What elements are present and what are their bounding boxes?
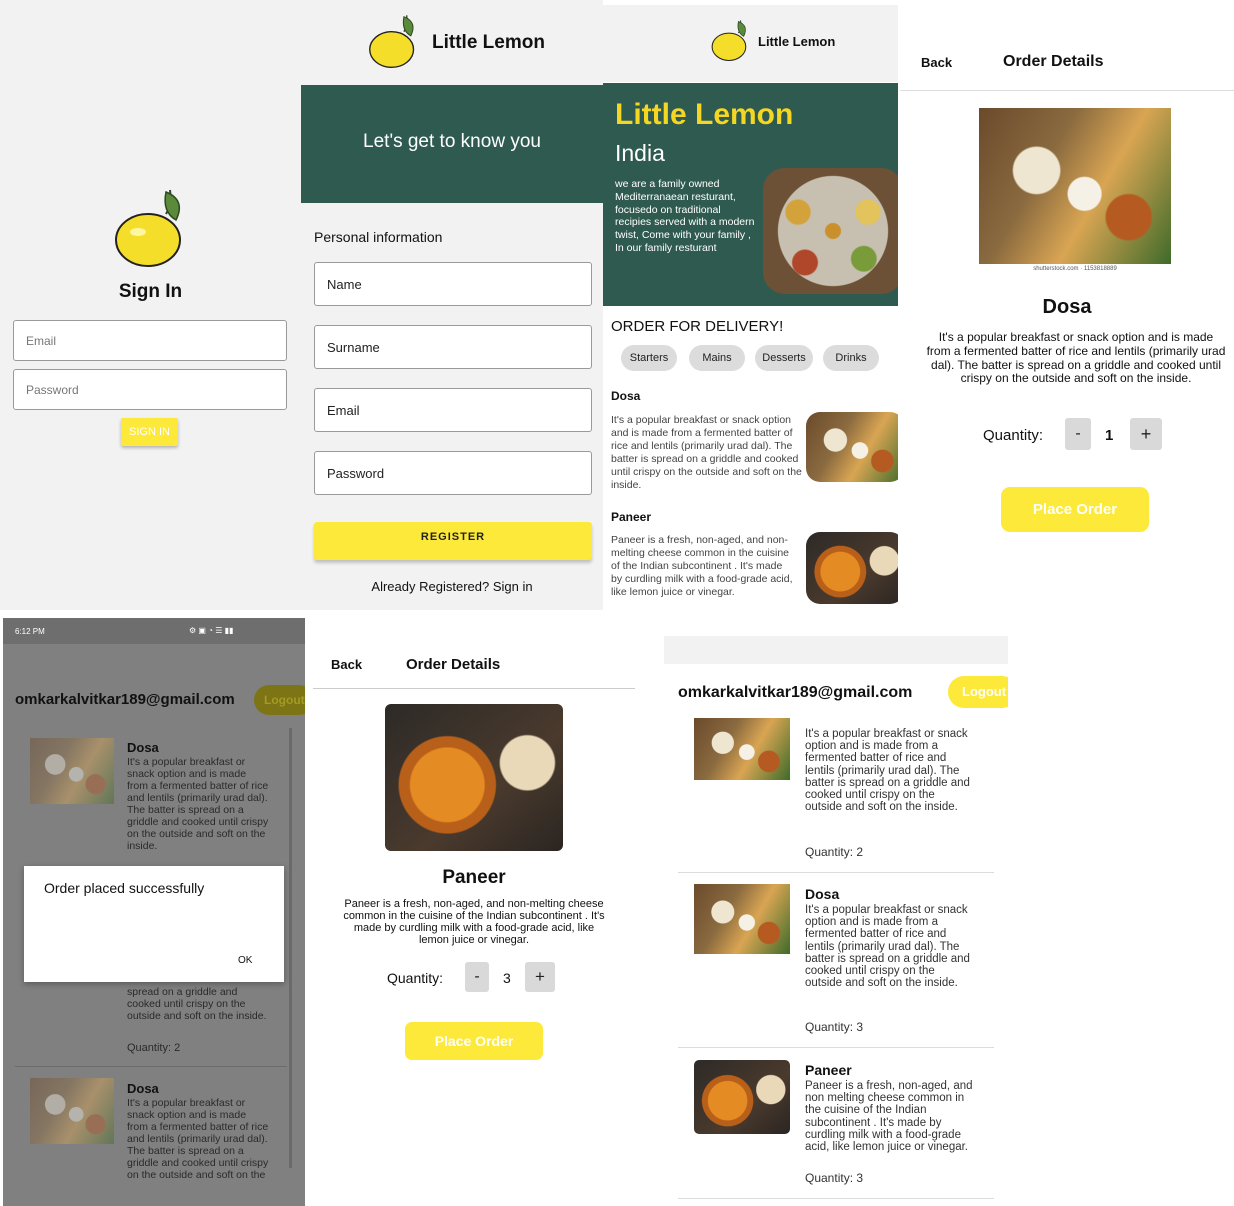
place-order-button[interactable]: Place Order (405, 1022, 543, 1060)
surname-field[interactable]: Surname (314, 325, 592, 369)
banner-text: Let's get to know you (363, 131, 541, 152)
logout-button[interactable]: Logout (254, 685, 305, 715)
order-item-desc: It's a popular breakfast or snack option… (127, 756, 269, 852)
page-title: Order Details (406, 656, 501, 673)
menu-item-image (806, 412, 898, 482)
order-item-name: Paneer (805, 1062, 852, 1078)
user-email: omkarkalvitkar189@gmail.com (15, 691, 235, 708)
card-divider (678, 872, 994, 873)
app-header (603, 5, 898, 82)
order-item-quantity: Quantity: 2 (127, 1042, 181, 1054)
back-button[interactable]: Back (331, 657, 362, 672)
menu-item-name[interactable]: Paneer (611, 510, 651, 524)
signin-link[interactable]: Already Registered? Sign in (301, 579, 603, 594)
welcome-banner: Let's get to know you (301, 85, 603, 203)
quantity-label: Quantity: (387, 970, 444, 986)
top-bar (664, 636, 1008, 664)
dialog-ok-button[interactable]: OK (238, 955, 252, 966)
decrease-button[interactable]: - (465, 962, 489, 992)
order-item-desc: spread on a griddle and cooked until cri… (127, 986, 267, 1022)
category-starters[interactable]: Starters (621, 345, 677, 371)
onboarding-screen: Little Lemon Let's get to know you Perso… (301, 0, 603, 610)
name-field[interactable]: Name (314, 262, 592, 306)
hero-title: Little Lemon (615, 98, 794, 131)
hero-subtitle: India (615, 140, 665, 166)
back-button[interactable]: Back (921, 55, 952, 70)
menu-item-image (806, 532, 898, 604)
image-watermark: shutterstock.com · 1153818889 (1033, 266, 1117, 272)
order-details-dosa-screen: Back Order Details shutterstock.com · 11… (900, 0, 1234, 610)
lemon-logo-icon (112, 186, 188, 272)
place-order-button[interactable]: Place Order (1001, 487, 1149, 532)
order-item-image (30, 1078, 114, 1144)
brand-name: Little Lemon (758, 34, 836, 49)
user-email: omkarkalvitkar189@gmail.com (678, 684, 913, 701)
dish-image (979, 108, 1171, 264)
increase-button[interactable]: + (1130, 418, 1162, 450)
hero-image (763, 168, 898, 294)
header-divider (900, 90, 1234, 91)
status-time: 6:12 PM (15, 627, 45, 636)
signin-button[interactable]: SIGN IN (121, 418, 178, 446)
email-field[interactable]: Email (314, 388, 592, 432)
order-item-image (694, 718, 790, 780)
menu-item-desc: Paneer is a fresh, non-aged, and non-mel… (611, 534, 793, 598)
category-desserts[interactable]: Desserts (755, 345, 813, 371)
order-item-name: Dosa (127, 1081, 159, 1096)
dish-description: It's a popular breakfast or snack option… (926, 330, 1226, 386)
card-divider (678, 1198, 994, 1199)
password-field[interactable]: Password (314, 451, 592, 495)
orders-dialog-screen: 6:12 PM ⚙ ▣ ◔ ☰ ▮▮ omkarkalvitkar189@gma… (3, 618, 305, 1206)
home-screen: Little Lemon Little Lemon India we are a… (603, 0, 898, 610)
status-bar (3, 618, 305, 644)
header-divider (313, 688, 635, 689)
order-item-quantity: Quantity: 2 (805, 845, 864, 859)
dish-name: Dosa (1042, 296, 1092, 318)
hero-description: we are a family owned Mediterranaean res… (615, 178, 755, 254)
increase-button[interactable]: + (525, 962, 555, 992)
section-title: Personal information (314, 229, 443, 245)
status-icons: ⚙ ▣ ◔ ☰ ▮▮ (189, 626, 234, 635)
dish-image (385, 704, 563, 851)
order-item-image (30, 738, 114, 804)
card-divider (678, 1047, 994, 1048)
order-item-desc: It's a popular breakfast or snack option… (127, 1097, 269, 1181)
order-item-desc: It's a popular breakfast or snack option… (805, 904, 970, 990)
logout-button[interactable]: Logout (948, 676, 1008, 708)
card-divider (15, 1066, 287, 1067)
page-title: Order Details (1003, 53, 1104, 70)
category-mains[interactable]: Mains (689, 345, 745, 371)
order-item-desc: It's a popular breakfast or snack option… (805, 728, 970, 814)
lemon-logo-icon (367, 12, 419, 72)
order-item-image (694, 1060, 790, 1134)
lemon-logo-icon (710, 18, 750, 64)
order-item-quantity: Quantity: 3 (805, 1020, 864, 1034)
order-heading: ORDER FOR DELIVERY! (611, 318, 784, 335)
brand-name: Little Lemon (432, 32, 545, 53)
signin-screen: Sign In Email Password SIGN IN (0, 0, 301, 610)
menu-item-name[interactable]: Dosa (611, 389, 640, 403)
menu-item-desc: It's a popular breakfast or snack option… (611, 414, 802, 491)
password-field[interactable]: Password (13, 369, 287, 410)
quantity-value: 1 (1105, 427, 1114, 444)
scrollbar[interactable] (289, 728, 292, 1168)
dialog-message: Order placed successfully (44, 880, 205, 896)
email-field[interactable]: Email (13, 320, 287, 361)
order-item-image (694, 884, 790, 954)
dish-description: Paneer is a fresh, non-aged, and non-mel… (343, 898, 605, 946)
success-dialog: Order placed successfully OK (24, 866, 284, 982)
quantity-value: 3 (503, 970, 511, 986)
orders-list-screen: omkarkalvitkar189@gmail.com Logout It's … (664, 636, 1008, 1206)
order-details-paneer-screen: Back Order Details Paneer Paneer is a fr… (313, 618, 635, 1206)
page-title: Sign In (118, 281, 183, 302)
order-item-quantity: Quantity: 3 (805, 1171, 864, 1185)
decrease-button[interactable]: - (1065, 418, 1091, 450)
register-button[interactable]: REGISTER (314, 522, 592, 560)
dish-name: Paneer (442, 867, 506, 888)
order-item-name: Dosa (127, 740, 159, 755)
order-item-desc: Paneer is a fresh, non-aged, and non mel… (805, 1080, 973, 1154)
quantity-label: Quantity: (983, 427, 1044, 444)
category-drinks[interactable]: Drinks (823, 345, 879, 371)
order-item-name: Dosa (805, 886, 840, 902)
